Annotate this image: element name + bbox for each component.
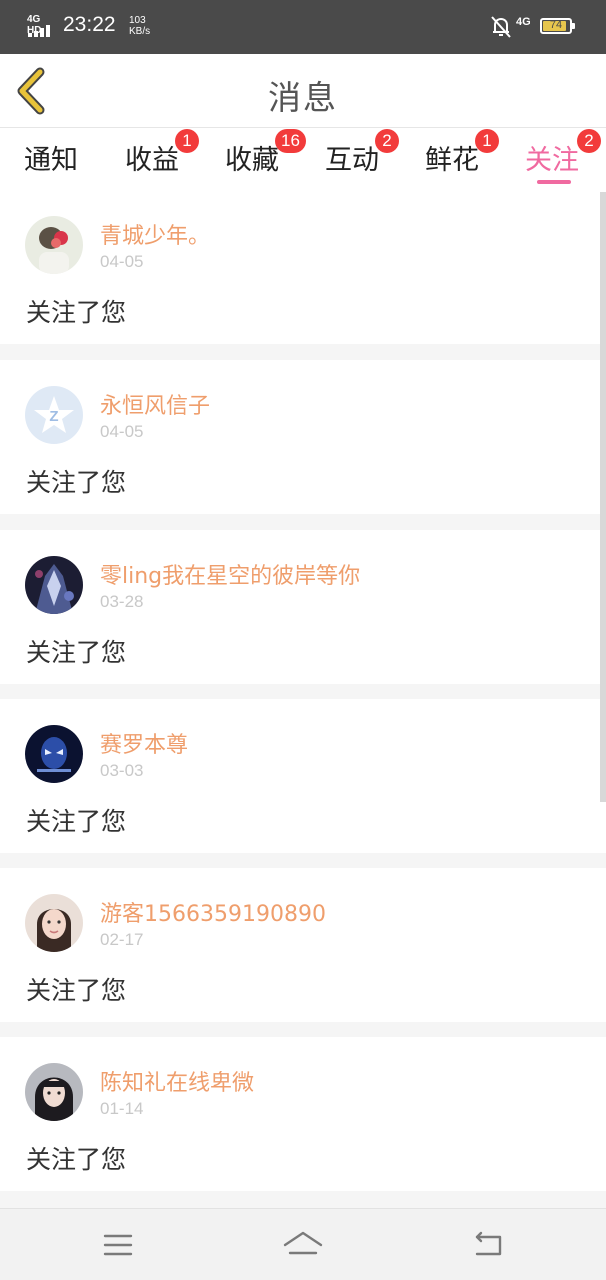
username[interactable]: 陈知礼在线卑微 (100, 1065, 254, 1097)
bell-off-icon (491, 16, 511, 38)
unread-badge: 1 (475, 129, 499, 153)
unread-badge: 1 (175, 129, 199, 153)
unread-badge: 2 (577, 129, 601, 153)
page-title: 消息 (268, 78, 338, 117)
username[interactable]: 永恒风信子 (100, 388, 210, 420)
tab-favorites[interactable]: 收藏 16 (225, 129, 306, 186)
message-date: 01-14 (100, 1099, 144, 1118)
network-speed-unit: KB/s (129, 26, 151, 37)
tab-bar: 通知 收益 1 收藏 16 互动 2 鲜花 1 关注 2 (0, 128, 606, 190)
back-icon (475, 1231, 502, 1256)
network-speed-value: 103 (129, 15, 146, 26)
list-item[interactable]: 零ling我在星空的彼岸等你 03-28 关注了您 (0, 530, 606, 684)
status-icons: 4G 74 (490, 15, 580, 39)
menu-button[interactable] (96, 1223, 140, 1267)
message-text: 关注了您 (26, 807, 127, 836)
avatar[interactable] (25, 1063, 83, 1121)
list-item[interactable]: 游客1566359190890 02-17 关注了您 (0, 868, 606, 1022)
clock: 23:22 (63, 13, 116, 36)
avatar[interactable] (25, 556, 83, 614)
avatar[interactable] (25, 894, 83, 952)
menu-icon (103, 1234, 133, 1256)
system-navigation-bar (0, 1208, 606, 1280)
tab-label: 关注 (525, 145, 579, 176)
tab-label: 鲜花 (425, 145, 479, 176)
message-text: 关注了您 (26, 1145, 127, 1174)
messages-screen: 4G HD 23:22 103 KB/s 4G 74 (0, 0, 606, 1280)
tab-label: 收益 (125, 145, 179, 176)
username[interactable]: 青城少年。 (100, 218, 210, 250)
list-item[interactable]: Z 永恒风信子 04-05 关注了您 (0, 360, 606, 514)
home-button[interactable] (281, 1223, 325, 1267)
message-text: 关注了您 (26, 638, 127, 667)
list-item[interactable]: 青城少年。 04-05 关注了您 (0, 190, 606, 344)
username[interactable]: 游客1566359190890 (100, 896, 326, 928)
message-text: 关注了您 (26, 976, 127, 1005)
network-type-right: 4G (516, 16, 531, 28)
system-back-button[interactable] (466, 1223, 510, 1267)
scrollbar[interactable] (600, 192, 606, 802)
status-bar: 4G HD 23:22 103 KB/s 4G 74 (0, 0, 606, 54)
battery-percent: 74 (549, 19, 563, 31)
list-item[interactable]: 陈知礼在线卑微 01-14 关注了您 (0, 1037, 606, 1191)
signal-icon: 4G HD (26, 14, 56, 38)
avatar[interactable] (25, 725, 83, 783)
active-tab-indicator (537, 180, 571, 184)
list-item[interactable]: 赛罗本尊 03-03 关注了您 (0, 699, 606, 853)
unread-badge: 2 (375, 129, 399, 153)
message-text: 关注了您 (26, 298, 127, 327)
tab-label: 通知 (24, 145, 78, 176)
message-date: 02-17 (100, 930, 144, 949)
message-date: 03-28 (100, 592, 144, 611)
message-date: 04-05 (100, 422, 144, 441)
avatar[interactable] (25, 216, 83, 274)
tab-following[interactable]: 关注 2 (525, 129, 601, 186)
network-speed: 103 KB/s (129, 15, 150, 37)
unread-badge: 16 (275, 129, 306, 153)
battery-icon: 74 (540, 18, 575, 34)
username[interactable]: 零ling我在星空的彼岸等你 (100, 558, 360, 590)
message-text: 关注了您 (26, 468, 127, 497)
tab-label: 互动 (325, 145, 379, 176)
message-date: 03-03 (100, 761, 144, 780)
header-bar: 消息 (0, 54, 606, 128)
avatar[interactable]: Z (25, 386, 83, 444)
username[interactable]: 赛罗本尊 (100, 727, 188, 759)
home-icon (283, 1231, 323, 1255)
message-date: 04-05 (100, 252, 144, 271)
tab-flowers[interactable]: 鲜花 1 (425, 129, 499, 186)
tab-earnings[interactable]: 收益 1 (125, 129, 199, 186)
svg-text:Z: Z (49, 408, 58, 425)
tab-notifications[interactable]: 通知 (24, 138, 78, 186)
tab-interactions[interactable]: 互动 2 (325, 129, 399, 186)
tab-label: 收藏 (225, 145, 279, 176)
